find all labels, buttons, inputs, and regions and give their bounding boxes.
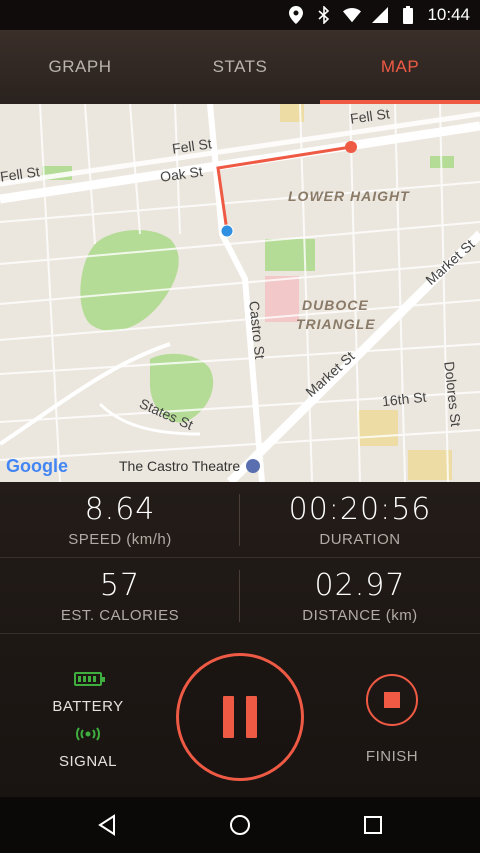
location-icon (287, 6, 305, 24)
finish-button[interactable] (366, 674, 418, 726)
status-bar: 10:44 (0, 0, 480, 30)
google-logo: Google (6, 456, 68, 476)
system-nav-bar (0, 797, 480, 853)
theatre-icon (246, 459, 261, 473)
map-graphics (0, 104, 480, 482)
device-status: BATTERY SIGNAL (40, 672, 136, 770)
signal-label: SIGNAL (58, 753, 118, 770)
clock: 10:44 (427, 5, 470, 24)
battery-status-icon (399, 6, 417, 24)
finish-label: FINISH (365, 748, 419, 765)
back-icon[interactable] (87, 805, 127, 845)
tab-stats[interactable]: STATS (160, 30, 320, 104)
signal-icon (75, 727, 101, 741)
poi-label: The Castro Theatre (119, 458, 241, 474)
battery-icon (74, 672, 105, 686)
pause-button[interactable] (176, 653, 304, 781)
controls-panel: BATTERY SIGNAL FINISH (0, 634, 480, 797)
poi-castro-theatre[interactable]: The Castro Theatre (119, 458, 261, 474)
battery-label: BATTERY (52, 698, 124, 715)
pause-icon (223, 696, 234, 738)
finish-control: FINISH (352, 674, 432, 765)
duration-value: 00:20:56 (288, 492, 432, 527)
home-icon[interactable] (220, 805, 260, 845)
map-view[interactable]: Fell St Fell St Fell St Oak St Castro St… (0, 104, 480, 482)
speed-label: SPEED (km/h) (68, 531, 172, 548)
pause-icon-bar (246, 696, 257, 738)
calories-value: 57 (99, 568, 141, 603)
area-label-triangle: TRIANGLE (296, 316, 376, 332)
duration-stat: 00:20:56 DURATION (240, 482, 480, 558)
calories-stat: 57 EST. CALORIES (0, 558, 240, 634)
distance-label: DISTANCE (km) (302, 607, 418, 624)
stats-panel: 8.64 SPEED (km/h) 00:20:56 DURATION 57 E… (0, 482, 480, 634)
tab-bar: GRAPH STATS MAP (0, 30, 480, 104)
wifi-icon (343, 6, 362, 24)
tab-graph[interactable]: GRAPH (0, 30, 160, 104)
area-label-duboce: DUBOCE (302, 297, 369, 313)
duration-label: DURATION (319, 531, 401, 548)
distance-value: 02.97 (314, 568, 406, 603)
area-label-lower-haight: LOWER HAIGHT (288, 188, 410, 204)
cell-signal-icon (371, 6, 389, 24)
speed-stat: 8.64 SPEED (km/h) (0, 482, 240, 558)
recents-icon[interactable] (353, 805, 393, 845)
bluetooth-icon (315, 6, 333, 24)
speed-value: 8.64 (84, 492, 156, 527)
tab-map[interactable]: MAP (320, 30, 480, 104)
stop-icon (384, 692, 400, 708)
calories-label: EST. CALORIES (60, 607, 180, 624)
distance-stat: 02.97 DISTANCE (km) (240, 558, 480, 634)
